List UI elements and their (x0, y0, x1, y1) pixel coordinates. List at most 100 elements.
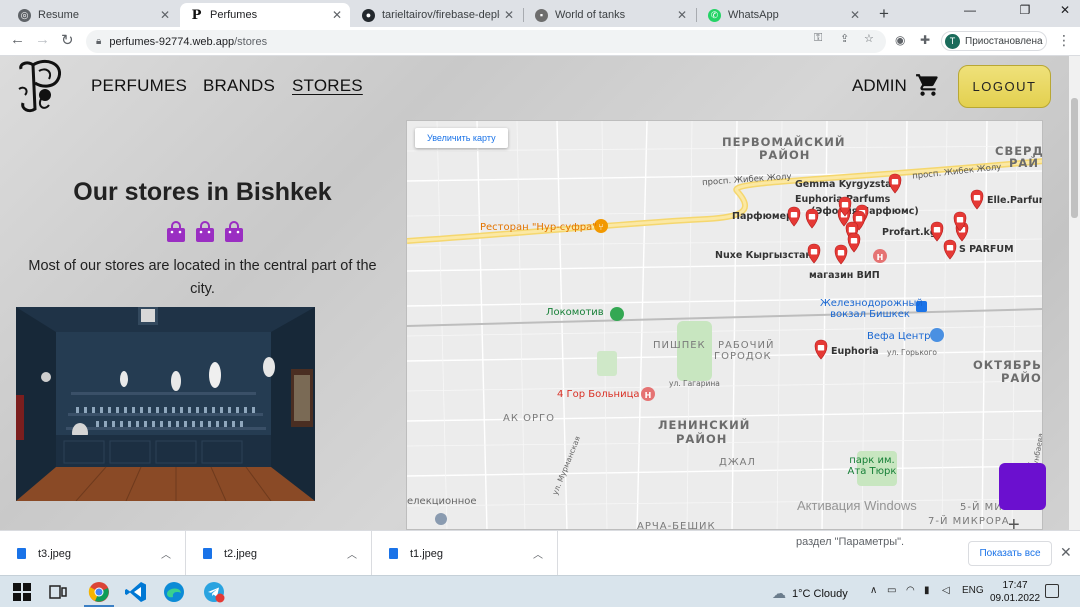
district-label: РАЙОН (759, 148, 811, 162)
stores-map[interactable]: ⑂ H H ПЕРВОМАЙСКИЙ РАЙОН СВЕРД РАЙ ЛЕНИН… (406, 120, 1043, 530)
store-label[interactable]: Nuxe Кыргызстан (715, 250, 812, 261)
windows-activation-title: Активация Windows (797, 498, 917, 513)
chevron-up-icon[interactable]: ︿ (161, 546, 171, 561)
district-label: ПИШПЕК (653, 340, 706, 351)
close-downloads-icon[interactable]: ✕ (1060, 544, 1072, 561)
place-park[interactable]: Локомотив (546, 307, 604, 318)
weather-text: 1°C Cloudy (792, 587, 848, 600)
perfumes-favicon: P (190, 7, 203, 23)
shopping-bag-icon (225, 221, 243, 242)
store-label[interactable]: (Эфория Парфюмс) (811, 206, 919, 217)
notification-icon[interactable] (1045, 584, 1059, 598)
whatsapp-icon: ✆ (708, 8, 721, 22)
lock-icon: 🔒︎ (96, 36, 102, 47)
place-restaurant[interactable]: Ресторан "Нур-суфра" (480, 222, 597, 233)
download-item[interactable]: t1.jpeg ︿ (372, 531, 558, 576)
avatar: T (945, 33, 960, 49)
close-tab-icon[interactable]: ✕ (160, 8, 170, 22)
scrollbar-thumb[interactable] (1071, 98, 1078, 218)
file-icon (389, 548, 398, 559)
store-label[interactable]: Gemma Kyrgyzstan (795, 179, 898, 190)
url-path: /stores (234, 35, 268, 48)
district-label: ГОРОДОК (714, 351, 772, 362)
address-bar[interactable]: 🔒︎ perfumes-92774.web.app/stores (86, 30, 886, 53)
new-tab-button[interactable]: + (873, 3, 895, 25)
minimize-icon[interactable]: — (955, 3, 985, 17)
store-label[interactable]: Парфюмер (732, 211, 793, 222)
page-content: PERFUMES BRANDS STORES ADMIN LOGOUT Our … (0, 56, 1080, 530)
chrome-icon[interactable] (87, 580, 111, 604)
chevron-up-icon[interactable]: ∧ (870, 585, 877, 596)
maximize-icon[interactable]: ❐ (1010, 3, 1040, 17)
wifi-icon[interactable]: ◠ (906, 585, 915, 596)
system-clock[interactable]: 17:47 09.01.2022 (990, 579, 1040, 605)
download-item[interactable]: t3.jpeg ︿ (0, 531, 186, 576)
chat-widget-button[interactable] (999, 463, 1046, 510)
tab-perfumes[interactable]: P Perfumes ✕ (180, 3, 350, 27)
close-tab-icon[interactable]: ✕ (677, 8, 687, 22)
shopping-cart-icon[interactable] (915, 72, 941, 98)
enlarge-map-button[interactable]: Увеличить карту (415, 128, 508, 148)
forward-arrow-icon[interactable]: → (35, 31, 50, 48)
tab-resume[interactable]: ◎ Resume ✕ (8, 3, 178, 27)
battery-icon[interactable]: ▮ (924, 585, 930, 596)
telegram-icon[interactable] (202, 580, 226, 604)
download-item[interactable]: t2.jpeg ︿ (186, 531, 372, 576)
logout-button[interactable]: LOGOUT (958, 65, 1051, 108)
profile-button[interactable]: T Приостановлена (941, 31, 1047, 51)
admin-link[interactable]: ADMIN (852, 76, 907, 96)
edge-icon[interactable] (162, 580, 186, 604)
reload-icon[interactable]: ↻ (61, 31, 74, 49)
network-icon[interactable]: ▭ (887, 585, 896, 596)
back-arrow-icon[interactable]: ← (10, 31, 25, 48)
file-icon (203, 548, 212, 559)
nav-stores[interactable]: STORES (292, 76, 363, 96)
extensions-puzzle-icon[interactable]: ✚ (920, 33, 930, 47)
place-park[interactable]: парк им. Ата Тюрк (847, 455, 897, 477)
place-station[interactable]: Железнодорожный вокзал Бишкек (820, 298, 923, 320)
district-label: ОКТЯБРЬ (973, 358, 1042, 372)
tab-separator (696, 8, 697, 22)
store-label[interactable]: Profart.kg (882, 227, 937, 238)
district-label: АК ОРГО (503, 413, 555, 424)
bookmark-star-icon[interactable]: ☆ (864, 32, 874, 45)
weather-widget[interactable]: ☁ 1°C Cloudy (772, 585, 848, 602)
chevron-up-icon[interactable]: ︿ (347, 546, 357, 561)
tab-whatsapp[interactable]: ✆ WhatsApp ✕ (698, 3, 868, 27)
place-mall[interactable]: Вефа Центр (867, 331, 931, 342)
volume-icon[interactable]: ◁ (942, 585, 950, 596)
close-tab-icon[interactable]: ✕ (850, 8, 860, 22)
store-label[interactable]: Elle.Parfum (987, 195, 1042, 206)
store-label[interactable]: Euphoria Parfums (795, 194, 890, 205)
store-label[interactable]: S PARFUM (959, 244, 1014, 255)
place-hospital[interactable]: 4 Гор Больница (557, 389, 640, 400)
page-scrollbar[interactable] (1069, 56, 1080, 530)
show-all-downloads-button[interactable]: Показать все (968, 541, 1052, 566)
menu-kebab-icon[interactable]: ⋮ (1057, 32, 1071, 49)
task-view-icon[interactable] (46, 580, 70, 604)
nav-brands[interactable]: BRANDS (203, 76, 275, 96)
street-label: просп. Жибек Жолу (911, 162, 1002, 182)
street-label: ул. Мурманская (550, 434, 583, 497)
close-tab-icon[interactable]: ✕ (504, 8, 514, 22)
chevron-up-icon[interactable]: ︿ (533, 546, 543, 561)
vscode-icon[interactable] (124, 580, 148, 604)
share-icon[interactable]: ⇪ (840, 32, 849, 45)
perfumes-logo[interactable] (15, 59, 65, 113)
nav-perfumes[interactable]: PERFUMES (91, 76, 187, 96)
zoom-in-icon[interactable]: + (1008, 514, 1020, 530)
cloud-icon: ☁ (772, 585, 786, 601)
profile-status: Приостановлена (965, 35, 1043, 47)
map-labels: ПЕРВОМАЙСКИЙ РАЙОН СВЕРД РАЙ ЛЕНИНСКИЙ Р… (407, 121, 1042, 529)
keyboard-language[interactable]: ENG (962, 585, 984, 596)
tab-world-of-tanks[interactable]: ▪ World of tanks ✕ (525, 3, 695, 27)
windows-start-icon[interactable] (10, 580, 34, 604)
store-label[interactable]: магазин ВИП (809, 270, 880, 281)
extension-shield-icon[interactable]: ◉ (895, 33, 905, 47)
district-label: РАЙОН (676, 432, 728, 446)
key-icon[interactable]: ⚿ (814, 32, 822, 45)
tab-github[interactable]: ● tarieltairov/firebase-deploy- ✕ (352, 3, 522, 27)
close-tab-icon[interactable]: ✕ (332, 8, 342, 22)
store-label[interactable]: Euphoria (831, 346, 879, 357)
close-window-icon[interactable]: ✕ (1050, 3, 1080, 17)
